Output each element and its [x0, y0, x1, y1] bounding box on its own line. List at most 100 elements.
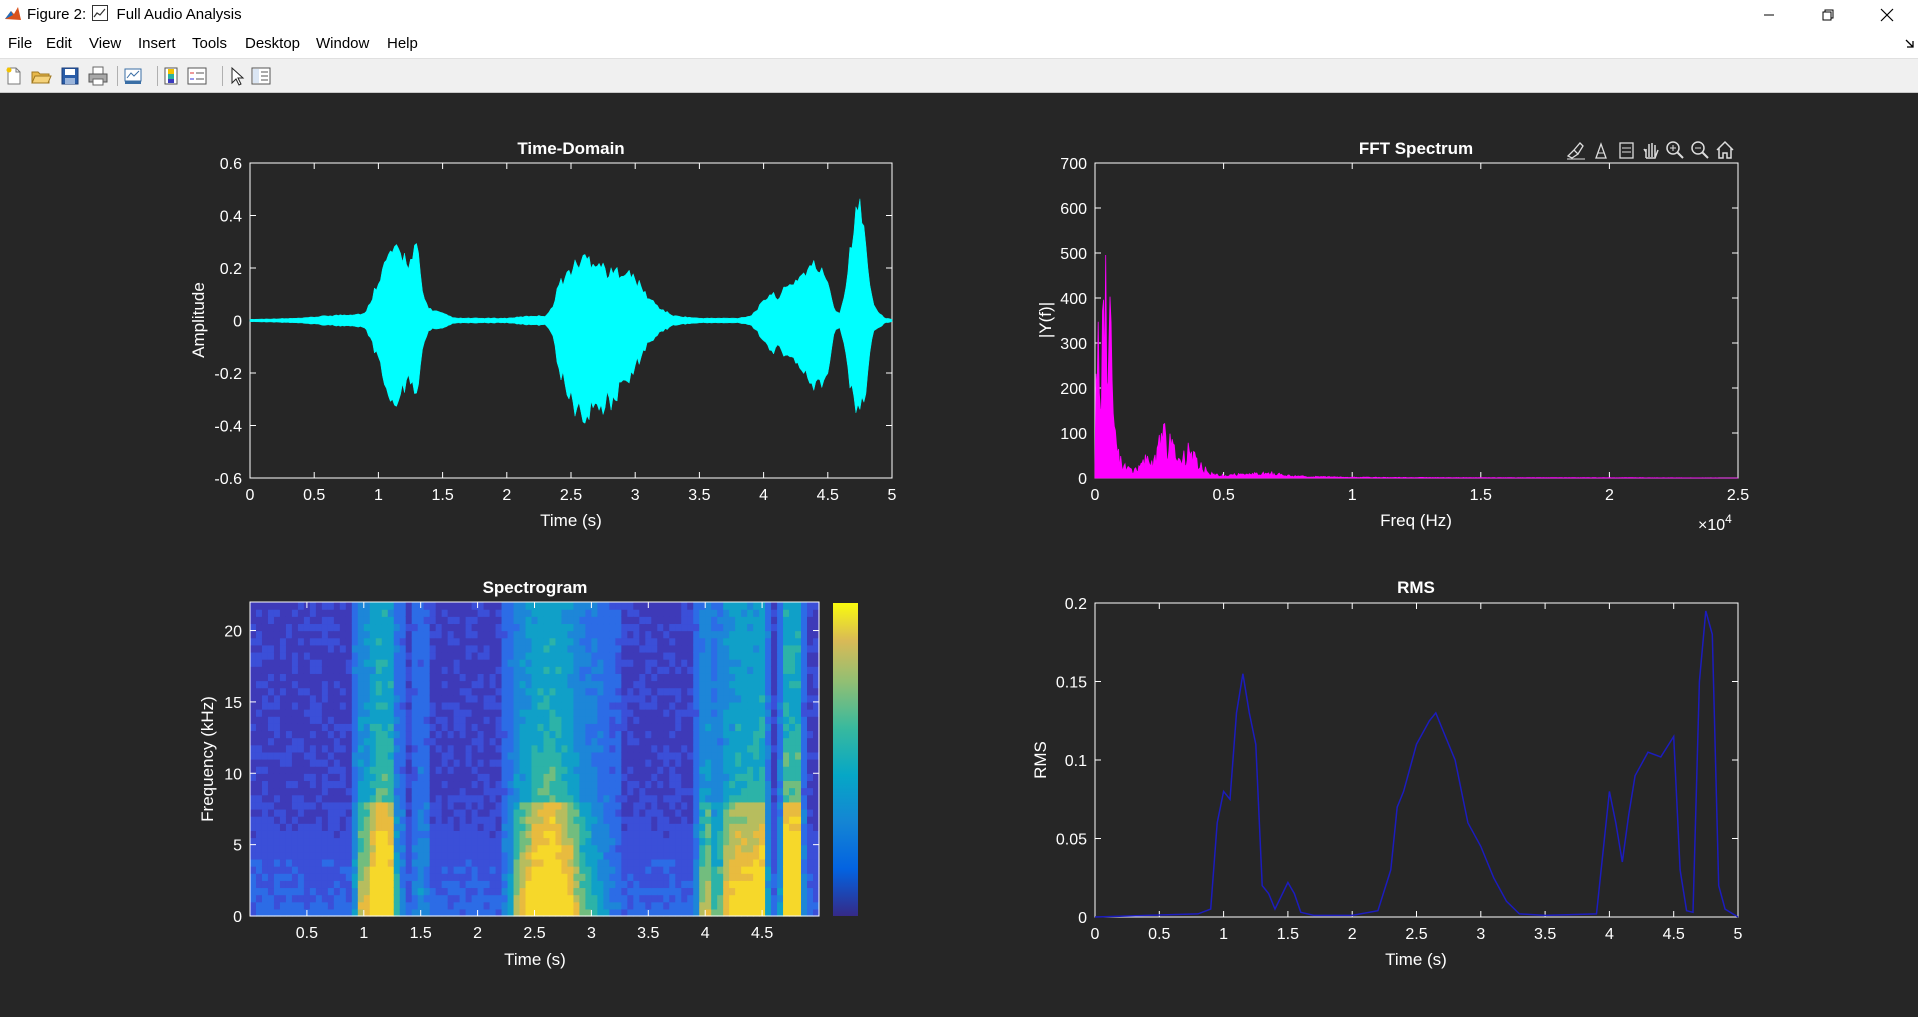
spectrogram-cell [333, 844, 341, 853]
spectrogram-cell [441, 844, 449, 853]
spectrogram-cell [297, 737, 305, 746]
spectrogram-cell [375, 730, 383, 739]
spectrogram-cell [387, 808, 395, 817]
spectrogram-cell [375, 851, 383, 860]
spectrogram-cell [663, 830, 670, 839]
zoom-out-icon[interactable] [1691, 141, 1709, 159]
spectrogram-cell [615, 887, 622, 896]
spectrogram-cell [250, 816, 257, 824]
fft-title: FFT Spectrum [1359, 139, 1473, 158]
data-tips-icon[interactable] [1595, 142, 1607, 159]
spectrogram-cell [591, 759, 598, 767]
spectrogram-cell [807, 759, 814, 767]
spectrogram-cell [645, 623, 652, 632]
spectrogram-cell [651, 744, 658, 753]
spectrogram-cell [273, 773, 281, 782]
spectrogram-cell [681, 844, 688, 853]
spectrogram-cell [717, 830, 724, 839]
spectrogram-cell [795, 751, 802, 760]
spectrogram-cell [633, 716, 640, 724]
spectrogram-cell [483, 709, 491, 717]
spectrogram-cell [627, 694, 634, 703]
spectrogram-cell [621, 858, 628, 867]
spectrogram-cell [495, 873, 503, 881]
restore-view-icon[interactable] [1619, 142, 1634, 159]
spectrogram-cell [789, 787, 796, 796]
spectrogram-cell [759, 616, 766, 625]
spectrogram-cell [255, 644, 263, 653]
spectrogram-cell [663, 644, 670, 653]
spectrogram-cell [267, 787, 275, 796]
spectrogram-cell [345, 701, 353, 710]
spectrogram-cell [273, 816, 281, 824]
x-tick-label: 0.5 [296, 925, 318, 942]
spectrogram-cell [639, 637, 646, 646]
colorbar[interactable] [833, 603, 858, 916]
pan-icon[interactable] [1643, 143, 1659, 159]
spectrogram-cell [303, 830, 311, 839]
spectrogram-cell [687, 716, 694, 724]
spectrogram-cell [735, 759, 742, 767]
spectrogram-cell [519, 844, 527, 853]
spectrogram-cell [663, 808, 670, 817]
x-tick-label: 1.5 [1277, 926, 1299, 943]
spectrogram-cell [759, 816, 766, 824]
spectrogram-cell [567, 651, 575, 660]
spectrogram-cell [639, 794, 646, 803]
spectrogram-axes[interactable]: 0.5 1 1.5 2 2.5 3 3.5 4 4.505101520 Spectrogram … [198, 578, 858, 969]
spectrogram-cell [639, 659, 646, 667]
spectrogram-cell [777, 816, 784, 824]
spectrogram-cell [801, 858, 808, 867]
spectrogram-cell [351, 602, 359, 610]
spectrogram-cell [357, 787, 365, 796]
spectrogram-cell [603, 894, 610, 903]
rms-axes[interactable]: 0 0.5 1 1.5 2 2.5 3 3.5 4 4.5 500.050.10.150.2 RMS… [1031, 578, 1743, 969]
spectrogram-cell [309, 751, 317, 760]
spectrogram-cell [465, 673, 473, 682]
spectrogram-cell [753, 873, 760, 881]
spectrogram-cell [765, 602, 772, 610]
y-tick-label: -0.2 [214, 366, 242, 383]
spectrogram-cell [777, 730, 784, 739]
spectrogram-cell [357, 723, 365, 732]
y-tick-label: 0.6 [220, 156, 242, 173]
spectrogram-cell [471, 709, 479, 717]
spectrogram-cell [807, 773, 814, 782]
spectrogram-cell [291, 723, 299, 732]
spectrogram-cell [297, 766, 305, 774]
time-domain-axes[interactable]: 0 0.5 1 1.5 2 2.5 3 3.5 4 4.5 5-0.6-0.4-0.200.20.4… [189, 139, 897, 530]
spectrogram-cell [561, 887, 569, 896]
spectrogram-cell [501, 666, 509, 674]
fft-axes[interactable]: 0 0.5 1 1.5 2 2.50100200300400500600700 FFT S… [1036, 139, 1749, 534]
spectrogram-cell [603, 823, 610, 831]
spectrogram-cell [381, 794, 389, 803]
spectrogram-cell [741, 637, 748, 646]
spectrogram-cell [747, 687, 754, 696]
brush-icon[interactable] [1566, 142, 1585, 160]
spectrogram-cell [609, 623, 616, 632]
spectrogram-cell [423, 723, 431, 732]
spectrogram-cell [801, 823, 808, 831]
spectrogram-cell [483, 673, 491, 682]
spectrogram-cell [597, 844, 604, 853]
spectrogram-cell [519, 773, 527, 782]
spectrogram-cell [735, 858, 742, 867]
spectrogram-cell [663, 837, 670, 846]
spectrogram-cell [747, 887, 754, 896]
spectrogram-cell [603, 666, 610, 674]
spectrogram-cell [273, 866, 281, 874]
spectrogram-cell [585, 723, 592, 732]
spectrogram-cell [375, 901, 383, 910]
spectrogram-cell [729, 787, 736, 796]
spectrogram-cell [789, 637, 796, 646]
spectrogram-cell [393, 766, 401, 774]
spectrogram-cell [435, 773, 443, 782]
spectrogram-cell [543, 787, 551, 796]
home-icon[interactable] [1716, 140, 1734, 159]
spectrogram-cell [519, 808, 527, 817]
zoom-in-icon[interactable] [1666, 141, 1684, 159]
spectrogram-cell [669, 623, 676, 632]
spectrogram-cell [363, 616, 371, 625]
spectrogram-cell [345, 644, 353, 653]
spectrogram-cell [351, 659, 359, 667]
